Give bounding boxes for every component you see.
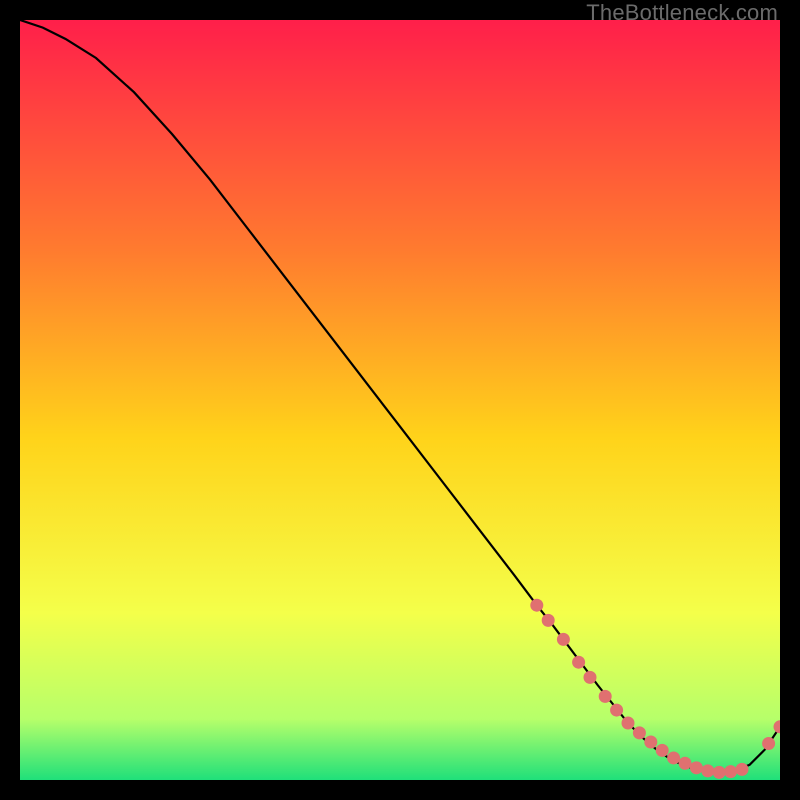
data-marker (736, 763, 749, 776)
gradient-background (20, 20, 780, 780)
data-marker (572, 656, 585, 669)
data-marker (610, 704, 623, 717)
data-marker (622, 717, 635, 730)
data-marker (584, 671, 597, 684)
chart-stage: TheBottleneck.com (0, 0, 800, 800)
data-marker (679, 757, 692, 770)
data-marker (599, 690, 612, 703)
data-marker (656, 744, 669, 757)
data-marker (701, 764, 714, 777)
bottleneck-chart (20, 20, 780, 780)
data-marker (690, 761, 703, 774)
data-marker (762, 737, 775, 750)
data-marker (633, 726, 646, 739)
data-marker (530, 599, 543, 612)
data-marker (644, 736, 657, 749)
data-marker (667, 751, 680, 764)
data-marker (557, 633, 570, 646)
data-marker (542, 614, 555, 627)
data-marker (713, 766, 726, 779)
data-marker (724, 765, 737, 778)
